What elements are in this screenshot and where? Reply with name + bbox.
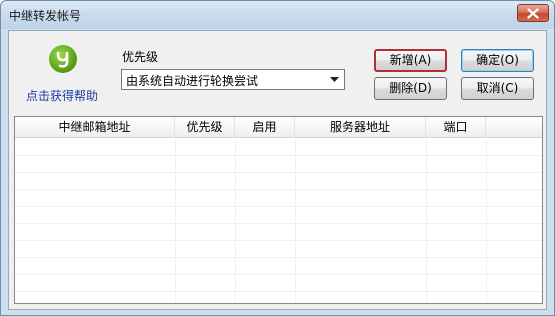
grid-row-line (15, 240, 542, 241)
priority-select-value: 由系统自动进行轮换尝试 (126, 74, 259, 88)
priority-select[interactable]: 由系统自动进行轮换尝试 (121, 69, 345, 90)
grid-row-line (15, 206, 542, 207)
title-bar[interactable]: 中继转发帐号 (1, 1, 554, 29)
close-button[interactable] (517, 4, 549, 22)
relay-accounts-table[interactable]: 中继邮箱地址 优先级 启用 服务器地址 端口 (14, 116, 543, 304)
ok-button[interactable]: 确定(O) (461, 49, 534, 72)
grid-row-line (15, 223, 542, 224)
window-title: 中继转发帐号 (9, 9, 82, 23)
grid-row-line (15, 291, 542, 292)
add-button[interactable]: 新增(A) (374, 49, 447, 72)
table-body[interactable] (15, 139, 542, 303)
grid-divider (486, 139, 487, 303)
cancel-button[interactable]: 取消(C) (461, 77, 534, 100)
help-logo-icon[interactable] (49, 45, 77, 73)
grid-divider (175, 139, 176, 303)
chevron-down-icon[interactable] (327, 72, 342, 87)
help-link[interactable]: 点击获得帮助 (22, 43, 112, 103)
close-icon (527, 7, 539, 19)
table-header: 中继邮箱地址 优先级 启用 服务器地址 端口 (15, 117, 542, 138)
grid-divider (295, 139, 296, 303)
grid-row-line (15, 172, 542, 173)
column-header-priority[interactable]: 优先级 (175, 117, 235, 138)
priority-label: 优先级 (122, 50, 159, 64)
delete-button[interactable]: 删除(D) (374, 77, 447, 100)
grid-divider (235, 139, 236, 303)
grid-row-line (15, 257, 542, 258)
grid-divider (426, 139, 427, 303)
column-header-server[interactable]: 服务器地址 (295, 117, 426, 138)
dialog-window: 中继转发帐号 点击获得帮助 优先级 由系统自动进行轮换尝试 新增(A) 确定(O… (0, 0, 555, 316)
grid-row-line (15, 189, 542, 190)
column-header-port[interactable]: 端口 (426, 117, 486, 138)
column-header-enabled[interactable]: 启用 (235, 117, 295, 138)
grid-row-line (15, 155, 542, 156)
grid-row-line (15, 274, 542, 275)
help-link-label[interactable]: 点击获得帮助 (26, 87, 98, 104)
column-header-relay-email[interactable]: 中继邮箱地址 (15, 117, 175, 138)
dialog-content: 点击获得帮助 优先级 由系统自动进行轮换尝试 新增(A) 确定(O) 删除(D)… (8, 30, 547, 310)
